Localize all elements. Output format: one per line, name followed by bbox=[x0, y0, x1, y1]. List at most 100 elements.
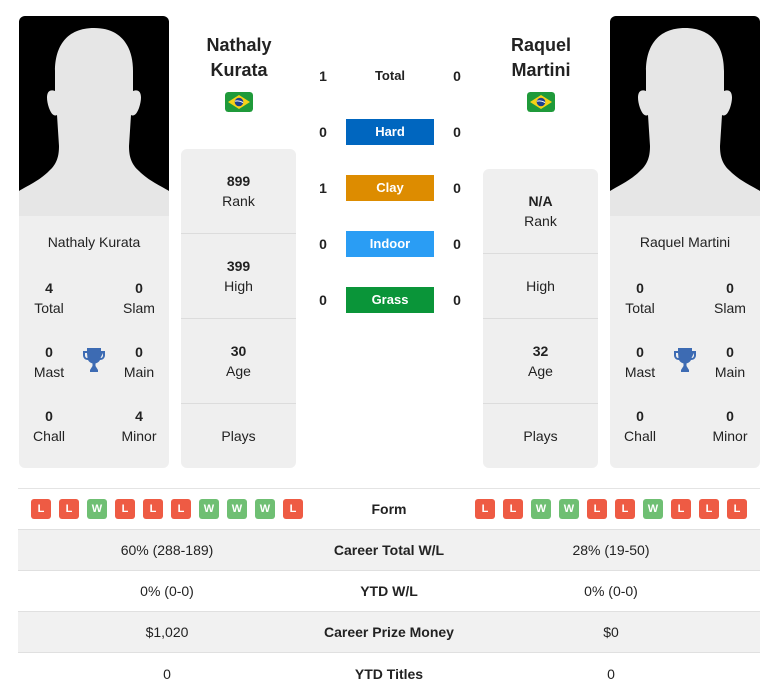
player1-card-name: Nathaly Kurata bbox=[47, 234, 141, 250]
player2-rank: N/A Rank bbox=[483, 169, 598, 254]
stats-row: 60% (288-189) Career Total W/L 28% (19-5… bbox=[18, 530, 760, 571]
h2h-p1-value: 1 bbox=[319, 68, 327, 84]
h2h-p2-value: 0 bbox=[453, 180, 461, 196]
form-win-badge[interactable]: W bbox=[227, 499, 247, 519]
title-label: Main bbox=[123, 364, 155, 380]
title-label: Chall bbox=[33, 428, 65, 444]
h2h-p1-value: 0 bbox=[319, 292, 327, 308]
plays-label: Plays bbox=[221, 428, 256, 444]
title-label: Minor bbox=[121, 428, 157, 444]
h2h-grass: 0 Grass 0 bbox=[310, 287, 470, 313]
player2-card: Raquel Martini 0 Total 0 Slam 0 Mast 0 M… bbox=[610, 16, 760, 468]
form-loss-badge[interactable]: L bbox=[31, 499, 51, 519]
high-label: High bbox=[224, 278, 253, 294]
player2-first-name: Raquel bbox=[510, 35, 571, 55]
form-loss-badge[interactable]: L bbox=[171, 499, 191, 519]
player1-plays: Plays bbox=[181, 404, 296, 468]
form-loss-badge[interactable]: L bbox=[115, 499, 135, 519]
form-loss-badge[interactable]: L bbox=[671, 499, 691, 519]
rank-label: Rank bbox=[524, 213, 557, 229]
form-loss-badge[interactable]: L bbox=[143, 499, 163, 519]
form-loss-badge[interactable]: L bbox=[59, 499, 79, 519]
title-value: 0 bbox=[636, 280, 644, 296]
h2h-p1-value: 1 bbox=[319, 180, 327, 196]
silhouette-icon bbox=[19, 28, 169, 216]
h2h-indoor: 0 Indoor 0 bbox=[310, 231, 470, 257]
title-value: 0 bbox=[636, 344, 644, 360]
form-loss-badge[interactable]: L bbox=[475, 499, 495, 519]
player1-stat-value: 60% (288-189) bbox=[120, 542, 214, 558]
h2h-p1-value: 0 bbox=[319, 236, 327, 252]
h2h-p2-value: 0 bbox=[453, 124, 461, 140]
player2-title-slam: 0 Slam bbox=[700, 278, 760, 318]
player1-title-slam: 0 Slam bbox=[109, 278, 169, 318]
stats-row: 0 YTD Titles 0 bbox=[18, 653, 760, 694]
player1-title-mast: 0 Mast bbox=[19, 342, 79, 382]
player2-photo bbox=[610, 16, 760, 216]
form-loss-badge[interactable]: L bbox=[503, 499, 523, 519]
stat-label: YTD Titles bbox=[354, 665, 424, 682]
h2h-p2-value: 0 bbox=[453, 236, 461, 252]
title-label: Total bbox=[34, 300, 64, 316]
player1-stat-value: $1,020 bbox=[145, 624, 189, 640]
form-loss-badge[interactable]: L bbox=[283, 499, 303, 519]
age-value: 32 bbox=[532, 343, 549, 359]
player2-card-name: Raquel Martini bbox=[639, 234, 731, 250]
player2-name[interactable]: Raquel Martini bbox=[471, 33, 611, 83]
form-win-badge[interactable]: W bbox=[87, 499, 107, 519]
form-win-badge[interactable]: W bbox=[531, 499, 551, 519]
player2-title-total: 0 Total bbox=[610, 278, 670, 318]
form-win-badge[interactable]: W bbox=[559, 499, 579, 519]
title-value: 0 bbox=[45, 344, 53, 360]
form-loss-badge[interactable]: L bbox=[699, 499, 719, 519]
h2h-label: Total bbox=[374, 68, 406, 83]
silhouette-icon bbox=[610, 28, 760, 216]
rank-label: Rank bbox=[222, 193, 255, 209]
player2-stat-value: $0 bbox=[603, 624, 619, 640]
stats-row: $1,020 Career Prize Money $0 bbox=[18, 612, 760, 653]
title-label: Total bbox=[625, 300, 655, 316]
form-loss-badge[interactable]: L bbox=[727, 499, 747, 519]
title-label: Mast bbox=[624, 364, 656, 380]
stat-label: YTD W/L bbox=[360, 583, 418, 599]
player2-stat-value: 0 bbox=[607, 665, 615, 682]
h2h-hard: 0 Hard 0 bbox=[310, 119, 470, 145]
stats-row: 0% (0-0) YTD W/L 0% (0-0) bbox=[18, 571, 760, 612]
player2-info-panel: N/A Rank High 32 Age Plays bbox=[483, 169, 598, 468]
form-loss-badge[interactable]: L bbox=[587, 499, 607, 519]
h2h-p2-value: 0 bbox=[453, 68, 461, 84]
form-win-badge[interactable]: W bbox=[199, 499, 219, 519]
rank-value: N/A bbox=[528, 193, 553, 209]
player1-first-name: Nathaly bbox=[206, 35, 272, 55]
player2-stat-value: 28% (19-50) bbox=[572, 542, 650, 558]
surface-grass-badge: Grass bbox=[346, 287, 434, 313]
brazil-flag-icon bbox=[527, 92, 555, 112]
player1-name[interactable]: Nathaly Kurata bbox=[169, 33, 309, 83]
age-value: 30 bbox=[230, 343, 247, 359]
player1-title-minor: 4 Minor bbox=[109, 406, 169, 446]
player2-last-name: Martini bbox=[511, 60, 571, 80]
title-label: Mast bbox=[33, 364, 65, 380]
player1-stat-value: 0% (0-0) bbox=[140, 583, 194, 599]
form-win-badge[interactable]: W bbox=[255, 499, 275, 519]
player2-title-mast: 0 Mast bbox=[610, 342, 670, 382]
player2-plays: Plays bbox=[483, 404, 598, 468]
form-win-badge[interactable]: W bbox=[643, 499, 663, 519]
stats-table: LLWLLLWWWL Form LLWWLLWLLL 60% (288-189)… bbox=[18, 488, 760, 694]
surface-indoor-badge: Indoor bbox=[346, 231, 434, 257]
title-value: 0 bbox=[726, 408, 734, 424]
title-value: 4 bbox=[45, 280, 53, 296]
h2h-clay: 1 Clay 0 bbox=[310, 175, 470, 201]
brazil-flag-icon bbox=[225, 92, 253, 112]
high-value: 399 bbox=[226, 258, 251, 274]
player2-title-minor: 0 Minor bbox=[700, 406, 760, 446]
player1-title-main: 0 Main bbox=[109, 342, 169, 382]
title-label: Main bbox=[714, 364, 746, 380]
player1-stat-value: 0 bbox=[163, 665, 171, 682]
player1-photo bbox=[19, 16, 169, 216]
player2-form: LLWWLLWLLL bbox=[462, 499, 760, 519]
title-label: Slam bbox=[714, 300, 746, 316]
form-loss-badge[interactable]: L bbox=[615, 499, 635, 519]
rank-value: 899 bbox=[226, 173, 251, 189]
player1-title-total: 4 Total bbox=[19, 278, 79, 318]
